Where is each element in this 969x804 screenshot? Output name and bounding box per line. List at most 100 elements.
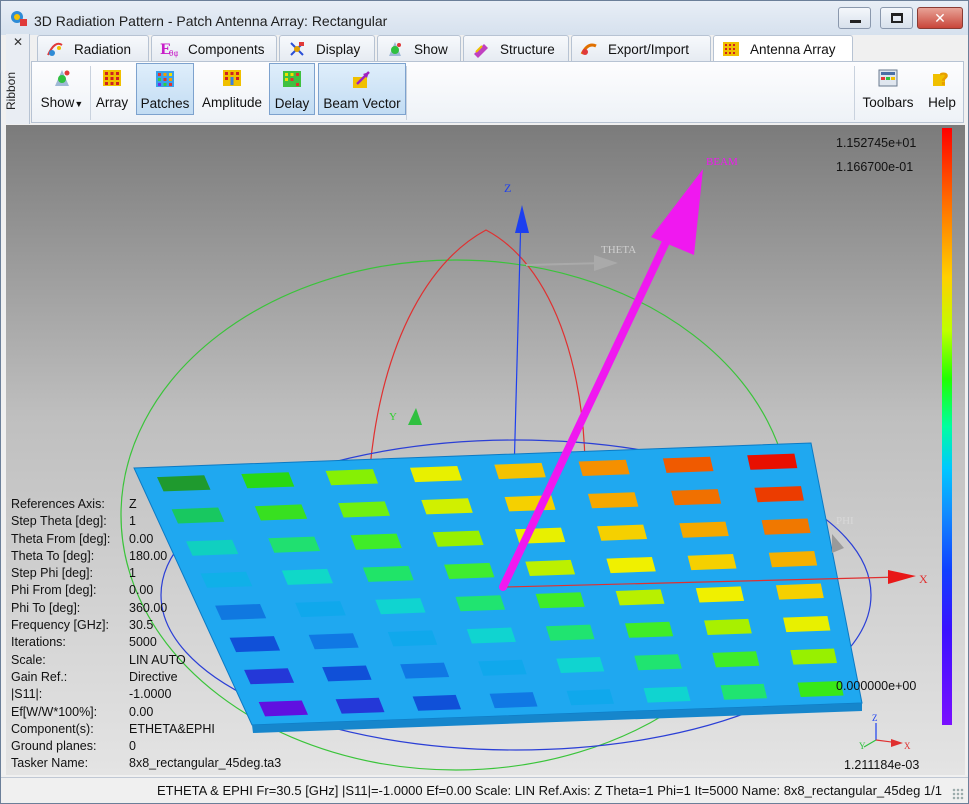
export-import-icon: [580, 43, 597, 55]
info-row: Gain Ref.: Directive: [11, 670, 251, 687]
svg-text:θφ: θφ: [169, 49, 178, 58]
phi-cone: [832, 534, 844, 553]
array-patch: [494, 462, 546, 480]
show-dropdown-button[interactable]: Show▼: [36, 63, 88, 115]
help-label: Help: [928, 95, 956, 110]
array-patch: [375, 598, 426, 615]
tab-radiation[interactable]: Radiation: [37, 35, 149, 61]
array-patch: [545, 624, 595, 641]
info-key: Step Phi [deg]:: [11, 566, 94, 581]
legend-min-value: 0.000000e+00: [836, 679, 917, 693]
array-patch: [634, 654, 682, 671]
delay-button[interactable]: Delay: [269, 63, 315, 115]
array-patch: [432, 530, 484, 547]
info-row: Tasker Name: 8x8_rectangular_45deg.ta3: [11, 756, 281, 773]
ribbon-close-icon[interactable]: ✕: [13, 35, 23, 49]
y-axis-cone: [408, 408, 422, 425]
info-row: Frequency [GHz]: 30.5: [11, 618, 251, 635]
beam-vector-label: Beam Vector: [323, 96, 401, 111]
patches-button[interactable]: Patches: [136, 63, 194, 115]
amplitude-button[interactable]: Amplitude: [198, 63, 266, 115]
z-axis-label: Z: [504, 181, 511, 195]
info-value: 360.00: [129, 600, 168, 615]
legend-bottom-value: 1.211184e-03: [844, 758, 920, 772]
info-value: 30.5: [129, 618, 154, 633]
info-key: Ground planes:: [11, 739, 97, 754]
window-title: 3D Radiation Pattern - Patch Antenna Arr…: [34, 13, 388, 29]
title-bar[interactable]: 3D Radiation Pattern - Patch Antenna Arr…: [1, 1, 968, 35]
tab-label: Components: [188, 42, 265, 57]
array-patch: [254, 504, 308, 521]
info-value: -1.0000: [129, 687, 172, 702]
toolbars-button[interactable]: Toolbars: [858, 63, 918, 115]
delay-icon: [283, 71, 301, 87]
tab-display[interactable]: Display: [279, 35, 375, 61]
svg-text:Z: Z: [872, 713, 878, 723]
array-patch: [768, 551, 818, 568]
info-key: Iterations:: [11, 635, 66, 650]
theta-axis-label: THETA: [601, 244, 636, 256]
array-patch: [489, 692, 538, 709]
array-patch: [478, 659, 527, 676]
info-row: References Axis: Z: [11, 497, 251, 514]
tab-label: Radiation: [74, 42, 132, 57]
delay-label: Delay: [274, 96, 310, 111]
minimize-button[interactable]: [838, 7, 871, 29]
info-key: Component(s):: [11, 721, 94, 736]
tab-label: Antenna Array: [750, 42, 836, 57]
ribbon-label[interactable]: Ribbon: [4, 72, 18, 110]
info-row: Phi To [deg]: 360.00: [11, 601, 251, 618]
array-patch: [362, 565, 414, 582]
minimize-icon: [850, 20, 861, 23]
radiation-icon: [47, 42, 63, 56]
info-row: Component(s): ETHETA&EPHI: [11, 722, 251, 739]
tab-components[interactable]: Eθφ Components: [151, 35, 277, 61]
status-text: ETHETA & EPHI Fr=30.5 [GHz] |S11|=-1.000…: [156, 783, 942, 798]
info-row: Step Phi [deg]: 1: [11, 566, 251, 583]
array-patch: [754, 486, 804, 503]
display-icon: [290, 42, 304, 56]
pattern-info-panel: References Axis: Z Step Theta [deg]: 1 Theta…: [11, 497, 281, 774]
array-button[interactable]: Array: [92, 63, 132, 115]
array-patch: [281, 568, 333, 585]
dropdown-arrow-icon: ▼: [74, 99, 84, 109]
info-row: Ground planes: 0: [11, 739, 251, 756]
info-key: |S11|:: [11, 687, 43, 702]
array-patch: [712, 651, 760, 668]
show-icon: [55, 70, 70, 86]
separator: [854, 66, 855, 120]
antenna-array-icon: [723, 42, 739, 56]
svg-text:Y: Y: [859, 741, 866, 751]
help-button[interactable]: ? Help: [922, 63, 962, 115]
theta-arrowhead: [594, 255, 618, 271]
toolbars-icon: [878, 69, 898, 87]
array-patch: [587, 492, 639, 509]
info-key: Scale:: [11, 652, 46, 667]
tab-structure[interactable]: Structure: [463, 35, 569, 61]
array-patch: [662, 456, 714, 473]
ribbon-tabs: Radiation Eθφ Components Display Show St…: [31, 35, 961, 63]
array-patch: [704, 618, 752, 635]
maximize-icon: [891, 13, 903, 23]
color-scale-legend: [942, 128, 952, 725]
legend-max-value: 1.152745e+01: [836, 136, 917, 150]
tab-antenna-array[interactable]: Antenna Array: [713, 35, 853, 63]
array-patch: [597, 524, 648, 541]
info-key: Theta From [deg]:: [11, 531, 111, 546]
maximize-button[interactable]: [880, 7, 913, 29]
tab-export-import[interactable]: Export/Import: [571, 35, 711, 61]
info-value: 1: [129, 566, 136, 581]
array-patch: [687, 554, 737, 571]
3d-viewport[interactable]: THETA Y Z X PHI BEAM Z X Y 1.152745e+01 …: [6, 125, 965, 775]
beam-vector-icon: [353, 71, 370, 88]
array-patch: [606, 557, 656, 574]
close-button[interactable]: ✕: [917, 7, 963, 29]
array-icon: [103, 70, 121, 86]
array-patch: [244, 668, 295, 685]
tab-show[interactable]: Show: [377, 35, 461, 61]
array-patch: [720, 683, 768, 700]
separator: [406, 66, 407, 120]
info-key: References Axis:: [11, 497, 105, 511]
beam-vector-button[interactable]: Beam Vector: [318, 63, 406, 115]
resize-grip-icon[interactable]: [952, 788, 964, 800]
